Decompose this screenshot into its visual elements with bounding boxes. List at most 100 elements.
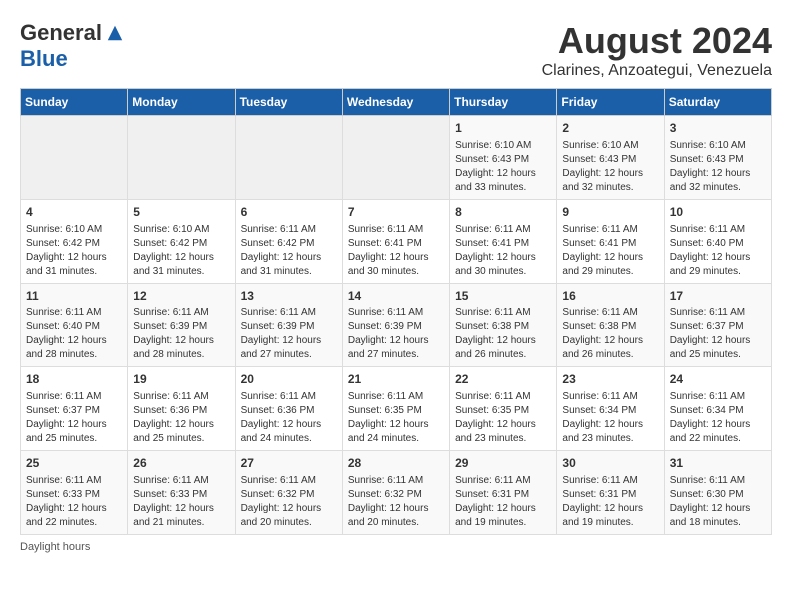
- day-cell: 10 Sunrise: 6:11 AM Sunset: 6:40 PM Dayli…: [664, 199, 771, 283]
- day-cell: 21 Sunrise: 6:11 AM Sunset: 6:35 PM Dayli…: [342, 367, 449, 451]
- header-friday: Friday: [557, 89, 664, 116]
- page-header: General Blue August 2024 Clarines, Anzoa…: [20, 20, 772, 80]
- day-number: 10: [670, 204, 766, 221]
- header-tuesday: Tuesday: [235, 89, 342, 116]
- day-number: 22: [455, 371, 551, 388]
- day-number: 3: [670, 120, 766, 137]
- day-info: Sunrise: 6:11 AM Sunset: 6:41 PM Dayligh…: [562, 223, 658, 279]
- day-info: Sunrise: 6:11 AM Sunset: 6:41 PM Dayligh…: [348, 223, 444, 279]
- day-info: Sunrise: 6:11 AM Sunset: 6:30 PM Dayligh…: [670, 474, 766, 530]
- day-cell: 31 Sunrise: 6:11 AM Sunset: 6:30 PM Dayli…: [664, 451, 771, 535]
- day-cell: 20 Sunrise: 6:11 AM Sunset: 6:36 PM Dayli…: [235, 367, 342, 451]
- day-number: 26: [133, 455, 229, 472]
- day-number: 25: [26, 455, 122, 472]
- day-cell: 19Sunrise: 6:11 AM Sunset: 6:36 PM Dayli…: [128, 367, 235, 451]
- day-info: Sunrise: 6:11 AM Sunset: 6:35 PM Dayligh…: [348, 390, 444, 446]
- day-number: 5: [133, 204, 229, 221]
- day-cell: 3Sunrise: 6:10 AM Sunset: 6:43 PM Daylig…: [664, 116, 771, 200]
- day-number: 21: [348, 371, 444, 388]
- day-cell: 1 Sunrise: 6:10 AM Sunset: 6:43 PM Daylig…: [450, 116, 557, 200]
- day-info: Sunrise: 6:11 AM Sunset: 6:31 PM Dayligh…: [455, 474, 551, 530]
- day-cell: 25 Sunrise: 6:11 AM Sunset: 6:33 PM Dayli…: [21, 451, 128, 535]
- day-cell: 4 Sunrise: 6:10 AM Sunset: 6:42 PM Daylig…: [21, 199, 128, 283]
- subtitle: Clarines, Anzoategui, Venezuela: [542, 62, 772, 80]
- day-info: Sunrise: 6:10 AM Sunset: 6:43 PM Dayligh…: [455, 139, 551, 195]
- day-cell: 12Sunrise: 6:11 AM Sunset: 6:39 PM Dayli…: [128, 283, 235, 367]
- footer-note: Daylight hours: [20, 541, 772, 553]
- day-cell: 18Sunrise: 6:11 AM Sunset: 6:37 PM Dayli…: [21, 367, 128, 451]
- day-number: 14: [348, 288, 444, 305]
- day-cell: 22 Sunrise: 6:11 AM Sunset: 6:35 PM Dayli…: [450, 367, 557, 451]
- week-row-0: 1 Sunrise: 6:10 AM Sunset: 6:43 PM Daylig…: [21, 116, 772, 200]
- logo-general: General: [20, 20, 102, 46]
- day-info: Sunrise: 6:11 AM Sunset: 6:39 PM Dayligh…: [133, 306, 229, 362]
- day-info: Sunrise: 6:11 AM Sunset: 6:40 PM Dayligh…: [670, 223, 766, 279]
- day-cell: 2 Sunrise: 6:10 AM Sunset: 6:43 PM Daylig…: [557, 116, 664, 200]
- day-info: Sunrise: 6:11 AM Sunset: 6:39 PM Dayligh…: [348, 306, 444, 362]
- day-number: 11: [26, 288, 122, 305]
- day-cell: 27 Sunrise: 6:11 AM Sunset: 6:32 PM Dayli…: [235, 451, 342, 535]
- header-sunday: Sunday: [21, 89, 128, 116]
- logo-icon: [106, 24, 124, 42]
- day-number: 18: [26, 371, 122, 388]
- day-info: Sunrise: 6:11 AM Sunset: 6:33 PM Dayligh…: [26, 474, 122, 530]
- day-cell: 6Sunrise: 6:11 AM Sunset: 6:42 PM Daylig…: [235, 199, 342, 283]
- day-number: 6: [241, 204, 337, 221]
- day-info: Sunrise: 6:11 AM Sunset: 6:38 PM Dayligh…: [455, 306, 551, 362]
- day-info: Sunrise: 6:10 AM Sunset: 6:42 PM Dayligh…: [133, 223, 229, 279]
- day-info: Sunrise: 6:11 AM Sunset: 6:32 PM Dayligh…: [241, 474, 337, 530]
- day-number: 23: [562, 371, 658, 388]
- logo-blue: Blue: [20, 46, 68, 72]
- day-cell: 15Sunrise: 6:11 AM Sunset: 6:38 PM Dayli…: [450, 283, 557, 367]
- day-number: 29: [455, 455, 551, 472]
- day-cell: 26Sunrise: 6:11 AM Sunset: 6:33 PM Dayli…: [128, 451, 235, 535]
- week-row-1: 4 Sunrise: 6:10 AM Sunset: 6:42 PM Daylig…: [21, 199, 772, 283]
- day-number: 4: [26, 204, 122, 221]
- week-row-2: 11Sunrise: 6:11 AM Sunset: 6:40 PM Dayli…: [21, 283, 772, 367]
- day-cell: [21, 116, 128, 200]
- day-cell: 28 Sunrise: 6:11 AM Sunset: 6:32 PM Dayli…: [342, 451, 449, 535]
- day-cell: 13Sunrise: 6:11 AM Sunset: 6:39 PM Dayli…: [235, 283, 342, 367]
- day-info: Sunrise: 6:11 AM Sunset: 6:32 PM Dayligh…: [348, 474, 444, 530]
- day-number: 27: [241, 455, 337, 472]
- day-info: Sunrise: 6:11 AM Sunset: 6:35 PM Dayligh…: [455, 390, 551, 446]
- day-cell: 30Sunrise: 6:11 AM Sunset: 6:31 PM Dayli…: [557, 451, 664, 535]
- header-wednesday: Wednesday: [342, 89, 449, 116]
- day-info: Sunrise: 6:11 AM Sunset: 6:39 PM Dayligh…: [241, 306, 337, 362]
- day-cell: [235, 116, 342, 200]
- day-number: 17: [670, 288, 766, 305]
- day-number: 28: [348, 455, 444, 472]
- day-cell: 9 Sunrise: 6:11 AM Sunset: 6:41 PM Daylig…: [557, 199, 664, 283]
- day-cell: 29 Sunrise: 6:11 AM Sunset: 6:31 PM Dayli…: [450, 451, 557, 535]
- day-number: 9: [562, 204, 658, 221]
- title-section: August 2024 Clarines, Anzoategui, Venezu…: [542, 20, 772, 80]
- day-info: Sunrise: 6:10 AM Sunset: 6:43 PM Dayligh…: [562, 139, 658, 195]
- day-cell: 24Sunrise: 6:11 AM Sunset: 6:34 PM Dayli…: [664, 367, 771, 451]
- day-info: Sunrise: 6:11 AM Sunset: 6:37 PM Dayligh…: [670, 306, 766, 362]
- day-number: 13: [241, 288, 337, 305]
- day-number: 12: [133, 288, 229, 305]
- day-info: Sunrise: 6:11 AM Sunset: 6:36 PM Dayligh…: [241, 390, 337, 446]
- day-cell: 23 Sunrise: 6:11 AM Sunset: 6:34 PM Dayli…: [557, 367, 664, 451]
- day-number: 19: [133, 371, 229, 388]
- day-number: 1: [455, 120, 551, 137]
- day-number: 20: [241, 371, 337, 388]
- day-cell: [342, 116, 449, 200]
- header-saturday: Saturday: [664, 89, 771, 116]
- day-info: Sunrise: 6:11 AM Sunset: 6:34 PM Dayligh…: [670, 390, 766, 446]
- day-cell: 16Sunrise: 6:11 AM Sunset: 6:38 PM Dayli…: [557, 283, 664, 367]
- day-number: 31: [670, 455, 766, 472]
- day-number: 15: [455, 288, 551, 305]
- day-info: Sunrise: 6:11 AM Sunset: 6:34 PM Dayligh…: [562, 390, 658, 446]
- day-number: 8: [455, 204, 551, 221]
- day-info: Sunrise: 6:11 AM Sunset: 6:40 PM Dayligh…: [26, 306, 122, 362]
- day-info: Sunrise: 6:11 AM Sunset: 6:31 PM Dayligh…: [562, 474, 658, 530]
- day-number: 16: [562, 288, 658, 305]
- week-row-4: 25 Sunrise: 6:11 AM Sunset: 6:33 PM Dayli…: [21, 451, 772, 535]
- day-number: 2: [562, 120, 658, 137]
- day-number: 7: [348, 204, 444, 221]
- logo: General Blue: [20, 20, 124, 72]
- day-info: Sunrise: 6:10 AM Sunset: 6:42 PM Dayligh…: [26, 223, 122, 279]
- day-info: Sunrise: 6:11 AM Sunset: 6:38 PM Dayligh…: [562, 306, 658, 362]
- day-cell: 11Sunrise: 6:11 AM Sunset: 6:40 PM Dayli…: [21, 283, 128, 367]
